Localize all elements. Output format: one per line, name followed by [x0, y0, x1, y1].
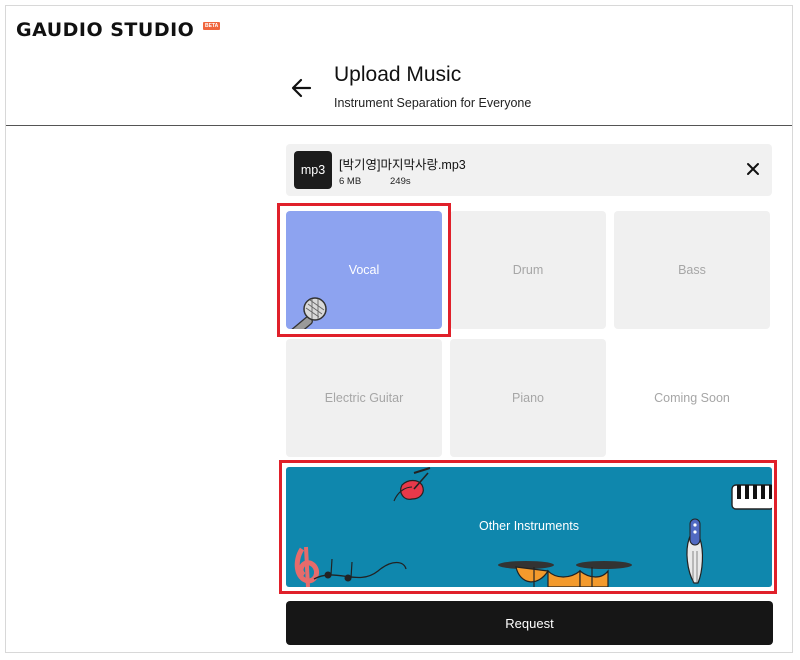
instrument-tile-electric-guitar[interactable]: Electric Guitar — [286, 339, 442, 457]
header-divider — [6, 125, 792, 126]
app-window: GAUDIO STUDIO BETA Upload Music Instrume… — [5, 5, 793, 653]
beta-badge: BETA — [203, 22, 221, 30]
instrument-tile-vocal[interactable]: Vocal — [286, 211, 442, 329]
piano-keys-icon — [731, 484, 772, 510]
instrument-tile-bass[interactable]: Bass — [614, 211, 770, 329]
instrument-label: Bass — [678, 263, 706, 277]
instrument-label: Piano — [512, 391, 544, 405]
file-size: 6 MB — [339, 176, 362, 187]
back-button[interactable] — [288, 74, 316, 102]
instrument-label: Electric Guitar — [324, 391, 404, 405]
instrument-tile-coming-soon: Coming Soon — [614, 339, 770, 457]
drum-kit-icon — [498, 561, 632, 587]
page-title: Upload Music — [334, 63, 462, 86]
instrument-label: Coming Soon — [654, 391, 730, 405]
microphone-icon — [289, 297, 327, 329]
file-name: [박기영]마지막사랑.mp3 — [339, 158, 466, 172]
uploaded-file-card: mp3 [박기영]마지막사랑.mp3 6 MB 249s — [286, 144, 772, 196]
instrument-label: Drum — [512, 263, 544, 277]
other-instruments-label: Other Instruments — [478, 519, 580, 533]
request-button[interactable]: Request — [286, 601, 773, 645]
file-type-icon: mp3 — [294, 151, 332, 189]
file-duration: 249s — [390, 176, 411, 187]
treble-clef-icon — [294, 546, 407, 587]
guitar-icon — [393, 467, 431, 502]
page-subtitle: Instrument Separation for Everyone — [334, 96, 532, 110]
instrument-tile-other[interactable]: Other Instruments — [286, 467, 772, 587]
instrument-tile-drum[interactable]: Drum — [450, 211, 606, 329]
instrument-tile-piano[interactable]: Piano — [450, 339, 606, 457]
close-icon — [747, 163, 759, 175]
instrument-label: Vocal — [348, 263, 380, 277]
remove-file-button[interactable] — [742, 158, 764, 180]
back-arrow-icon — [291, 78, 312, 98]
logo: GAUDIO STUDIO — [16, 19, 195, 41]
